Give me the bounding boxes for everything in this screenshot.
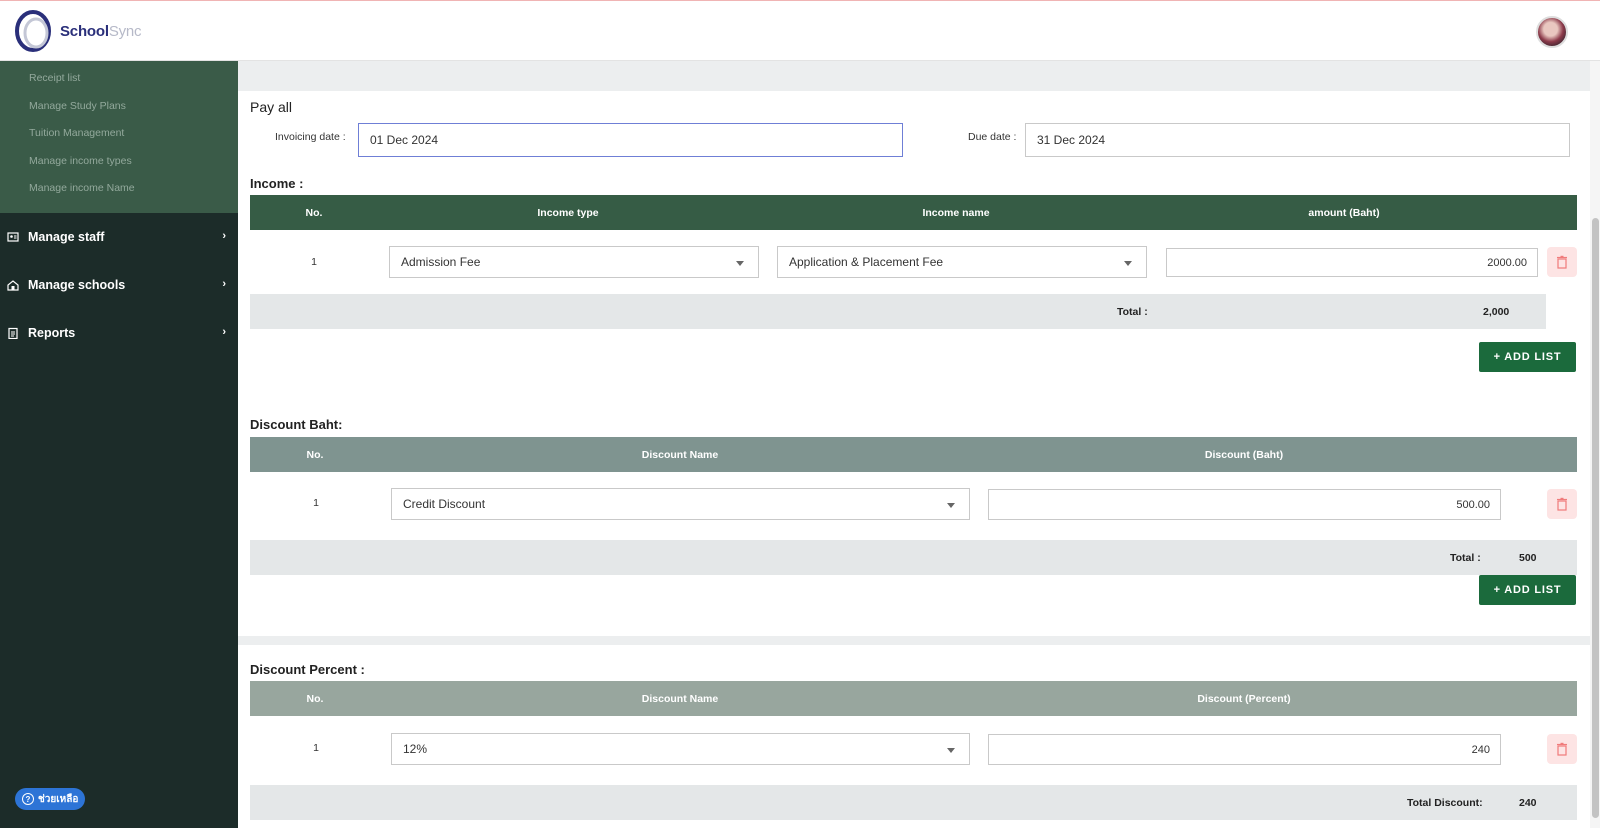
- discount-baht-total-value: 500: [1519, 552, 1537, 564]
- help-label: ช่วยเหลือ: [38, 793, 79, 805]
- main-content: Pay all Invoicing date : 01 Dec 2024 Due…: [238, 61, 1590, 828]
- submenu-item-manage-study-plans[interactable]: Manage Study Plans: [0, 99, 238, 127]
- trash-icon: [1557, 255, 1567, 269]
- sidebar-item-label: Manage staff: [28, 229, 105, 244]
- income-section-title: Income :: [250, 176, 304, 191]
- top-header: SchoolSync: [0, 0, 1600, 61]
- col-no: No.: [306, 449, 324, 461]
- help-button[interactable]: ? ช่วยเหลือ: [15, 788, 85, 810]
- question-icon: ?: [22, 793, 34, 805]
- delete-income-row-button[interactable]: [1547, 247, 1577, 277]
- discount-baht-section-title: Discount Baht:: [250, 417, 343, 432]
- discount-baht-row-no: 1: [313, 497, 319, 509]
- page-title: Pay all: [250, 99, 293, 115]
- invoicing-date-label: Invoicing date :: [275, 131, 346, 143]
- school-icon: [7, 279, 19, 291]
- income-type-select[interactable]: Admission Fee: [389, 246, 759, 278]
- income-add-list-button[interactable]: + ADD LIST: [1479, 342, 1576, 372]
- discount-percent-total-value: 240: [1519, 797, 1537, 809]
- invoicing-date-input[interactable]: 01 Dec 2024: [358, 123, 903, 157]
- user-avatar[interactable]: [1536, 16, 1568, 48]
- discount-percent-section-title: Discount Percent :: [250, 662, 365, 677]
- submenu-item-manage-income-types[interactable]: Manage income types: [0, 154, 238, 182]
- income-name-select[interactable]: Application & Placement Fee: [777, 246, 1147, 278]
- submenu-item-manage-income-name[interactable]: Manage income Name: [0, 181, 238, 209]
- col-amount: amount (Baht): [1308, 207, 1380, 219]
- chevron-right-icon: ›: [222, 277, 226, 290]
- discount-percent-row-no: 1: [313, 742, 319, 754]
- discount-baht-total-label: Total :: [1450, 552, 1481, 564]
- income-row-no: 1: [311, 256, 317, 268]
- chevron-right-icon: ›: [222, 229, 226, 242]
- sidebar-item-label: Reports: [28, 325, 76, 340]
- discount-percent-input[interactable]: 240: [988, 734, 1501, 765]
- scrollbar-thumb[interactable]: [1592, 218, 1599, 818]
- due-date-label: Due date :: [968, 131, 1017, 143]
- col-no: No.: [305, 207, 323, 219]
- sidebar: Receipt list Manage Study Plans Tuition …: [0, 61, 238, 828]
- brand-name: SchoolSync: [60, 22, 142, 40]
- discount-baht-input[interactable]: 500.00: [988, 489, 1501, 520]
- col-discount-name: Discount Name: [641, 693, 719, 705]
- discount-name-select[interactable]: Credit Discount: [391, 488, 970, 520]
- discount-percent-select[interactable]: 12%: [391, 733, 970, 765]
- due-date-input[interactable]: 31 Dec 2024: [1025, 123, 1570, 157]
- col-discount-name: Discount Name: [641, 449, 719, 461]
- trash-icon: [1557, 497, 1567, 511]
- discount-percent-total-label: Total Discount:: [1407, 797, 1483, 809]
- sidebar-item-label: Manage schools: [28, 277, 126, 292]
- col-discount-baht: Discount (Baht): [1204, 449, 1284, 461]
- delete-discount-percent-row-button[interactable]: [1547, 734, 1577, 764]
- app-logo[interactable]: SchoolSync: [14, 9, 142, 53]
- discount-percent-panel: Discount Percent : No. Discount Name Dis…: [238, 645, 1590, 828]
- col-income-type: Income type: [537, 207, 599, 219]
- income-total-bar: Total : 2,000: [250, 294, 1546, 329]
- discount-baht-add-list-button[interactable]: + ADD LIST: [1479, 575, 1576, 605]
- col-no: No.: [306, 693, 324, 705]
- logo-mark-icon: [14, 9, 52, 53]
- sidebar-item-manage-staff[interactable]: Manage staff ›: [0, 213, 238, 261]
- discount-percent-table-header: No. Discount Name Discount (Percent): [250, 681, 1577, 716]
- delete-discount-baht-row-button[interactable]: [1547, 489, 1577, 519]
- col-discount-percent: Discount (Percent): [1197, 693, 1291, 705]
- discount-baht-total-bar: Total : 500: [250, 540, 1577, 575]
- trash-icon: [1557, 742, 1567, 756]
- chevron-right-icon: ›: [222, 325, 226, 338]
- income-total-label: Total :: [1117, 306, 1148, 318]
- income-total-value: 2,000: [1483, 306, 1510, 318]
- payment-panel: Pay all Invoicing date : 01 Dec 2024 Due…: [238, 91, 1590, 636]
- staff-icon: [7, 231, 19, 242]
- clipboard-icon: [8, 327, 18, 339]
- sidebar-item-manage-schools[interactable]: Manage schools ›: [0, 261, 238, 309]
- discount-baht-table-header: No. Discount Name Discount (Baht): [250, 437, 1577, 472]
- sidebar-submenu: Receipt list Manage Study Plans Tuition …: [0, 61, 238, 213]
- discount-percent-total-bar: Total Discount: 240: [250, 785, 1577, 820]
- income-table-header: No. Income type Income name amount (Baht…: [250, 195, 1577, 230]
- income-amount-input[interactable]: 2000.00: [1166, 248, 1538, 277]
- submenu-item-receipt-list[interactable]: Receipt list: [0, 71, 238, 99]
- submenu-item-tuition-management[interactable]: Tuition Management: [0, 126, 238, 154]
- col-income-name: Income name: [922, 207, 990, 219]
- sidebar-item-reports[interactable]: Reports ›: [0, 309, 238, 357]
